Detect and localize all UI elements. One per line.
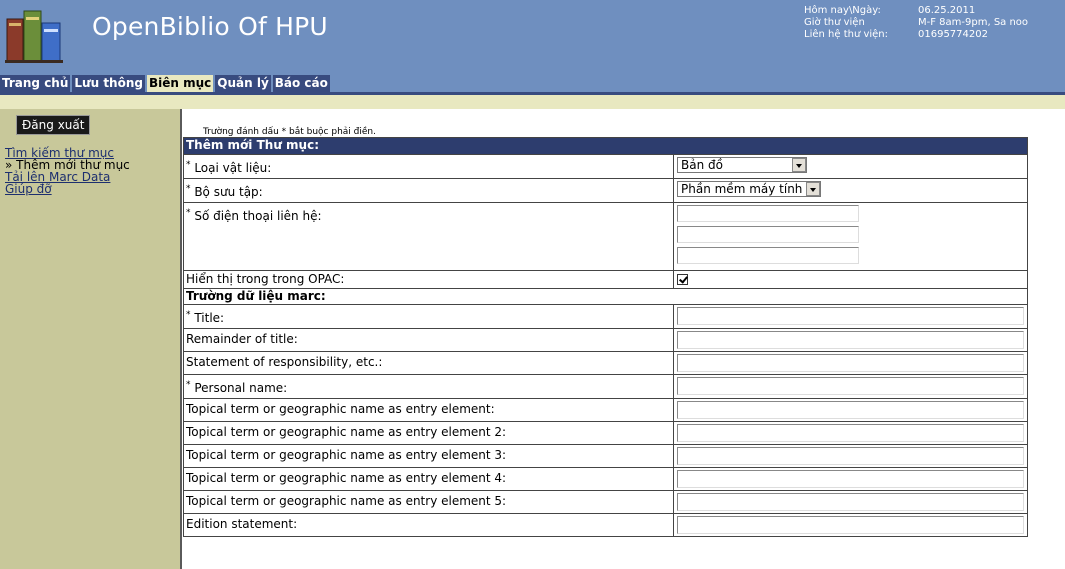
topical-term-4-field[interactable] (677, 470, 1024, 488)
call-number-label: Số điện thoại liên hệ: (194, 209, 322, 223)
topical-term-2-label: Topical term or geographic name as entry… (186, 425, 507, 439)
edition-statement-input-cell (673, 513, 1028, 537)
chevron-down-icon[interactable] (792, 158, 806, 172)
topical-term-5-field[interactable] (677, 493, 1024, 511)
topical-term-2-field[interactable] (677, 424, 1024, 442)
required-mark: * (186, 380, 191, 390)
marc-field-row: Edition statement: (183, 513, 674, 537)
date-value: 06.25.2011 (918, 5, 976, 16)
chevron-down-icon[interactable] (806, 182, 821, 196)
required-note: Trường đánh dấu * bắt buộc phải điền. (203, 127, 376, 137)
new-biblio-form: Thêm mới Thư mục: * Loại vật liệu: Bản đ… (183, 137, 1028, 537)
material-type-cell: * Loại vật liệu: (183, 154, 674, 179)
material-type-select[interactable]: Bản đồ (677, 157, 807, 173)
collection-value: Phần mềm máy tính (681, 182, 803, 196)
marc-field-row: Topical term or geographic name as entry… (183, 467, 674, 491)
call-number-field-2[interactable] (677, 226, 859, 243)
contact-label: Liên hệ thư viện: (804, 29, 889, 40)
topical-term-label: Topical term or geographic name as entry… (186, 402, 495, 416)
logout-button[interactable]: Đăng xuất (16, 115, 91, 135)
tab-circulation[interactable]: Lưu thông (72, 75, 145, 92)
marc-field-row: Statement of responsibility, etc.: (183, 351, 674, 375)
personal-name-input-cell (673, 374, 1028, 399)
edition-statement-label: Edition statement: (186, 517, 298, 531)
sidebar-item-help[interactable]: Giúp đỡ (5, 183, 130, 195)
personal-name-label: Personal name: (194, 381, 288, 395)
marc-field-row: Topical term or geographic name as entry… (183, 444, 674, 468)
topical-term-field[interactable] (677, 401, 1024, 419)
collection-cell: * Bộ sưu tập: (183, 178, 674, 203)
sidebar: Đăng xuất Tìm kiếm thư mục » Thêm mới th… (0, 109, 180, 569)
topical-term-input-cell (673, 398, 1028, 422)
required-mark: * (186, 160, 191, 170)
main-tabs: Trang chủ Lưu thông Biên mục Quản lý Báo… (0, 75, 332, 92)
title-label: Title: (194, 311, 225, 325)
opac-label: Hiển thị trong trong OPAC: (186, 272, 345, 286)
opac-input-cell (673, 270, 1028, 289)
form-header: Thêm mới Thư mục: (183, 137, 1028, 155)
app-header: OpenBiblio Of HPU Hôm nay\Ngày: 06.25.201… (0, 0, 1065, 92)
contact-value: 01695774202 (918, 29, 988, 40)
responsibility-input-cell (673, 351, 1028, 375)
topical-term-4-label: Topical term or geographic name as entry… (186, 471, 507, 485)
material-type-label: Loại vật liệu: (194, 161, 272, 175)
call-number-input-cell (673, 202, 1028, 271)
library-info: Hôm nay\Ngày: 06.25.2011 Giờ thư viện M-F … (804, 5, 1028, 41)
collection-input-cell: Phần mềm máy tính (673, 178, 1028, 203)
tab-subbar (0, 95, 1065, 109)
tab-cataloging[interactable]: Biên mục (146, 75, 214, 92)
books-logo-icon (5, 10, 63, 63)
responsibility-label: Statement of responsibility, etc.: (186, 355, 383, 369)
edition-statement-field[interactable] (677, 516, 1024, 534)
hours-value: M-F 8am-9pm, Sa noo (918, 17, 1029, 28)
topical-term-4-input-cell (673, 467, 1028, 491)
required-mark: * (186, 208, 191, 218)
marc-field-row: Topical term or geographic name as entry… (183, 398, 674, 422)
remainder-title-field[interactable] (677, 331, 1024, 349)
marc-field-row: * Personal name: (183, 374, 674, 399)
date-label: Hôm nay\Ngày: (804, 5, 881, 16)
marc-section-heading: Trường dữ liệu marc: (183, 288, 1028, 305)
sidebar-divider (180, 109, 182, 569)
title-input-cell (673, 304, 1028, 329)
sidebar-nav: Tìm kiếm thư mục » Thêm mới thư mục Tải … (5, 147, 130, 195)
topical-term-3-input-cell (673, 444, 1028, 468)
opac-checkbox[interactable] (677, 274, 688, 285)
material-type-input-cell: Bản đồ (673, 154, 1028, 179)
call-number-field-1[interactable] (677, 205, 859, 222)
topical-term-3-field[interactable] (677, 447, 1024, 465)
tab-reports[interactable]: Báo cáo (272, 75, 330, 92)
app-title: OpenBiblio Of HPU (92, 12, 328, 41)
marc-field-row: Topical term or geographic name as entry… (183, 490, 674, 514)
collection-select[interactable]: Phần mềm máy tính (677, 181, 822, 197)
topical-term-3-label: Topical term or geographic name as entry… (186, 448, 507, 462)
opac-cell: Hiển thị trong trong OPAC: (183, 270, 674, 289)
tab-home[interactable]: Trang chủ (0, 75, 71, 92)
required-mark: * (186, 184, 191, 194)
responsibility-field[interactable] (677, 354, 1024, 372)
call-number-cell: * Số điện thoại liên hệ: (183, 202, 674, 271)
remainder-title-input-cell (673, 328, 1028, 352)
required-mark: * (186, 310, 191, 320)
marc-field-row: * Title: (183, 304, 674, 329)
hours-label: Giờ thư viện (804, 17, 865, 28)
marc-field-row: Topical term or geographic name as entry… (183, 421, 674, 445)
collection-label: Bộ sưu tập: (194, 185, 263, 199)
remainder-title-label: Remainder of title: (186, 332, 298, 346)
title-field[interactable] (677, 307, 1024, 325)
personal-name-field[interactable] (677, 377, 1024, 395)
marc-field-row: Remainder of title: (183, 328, 674, 352)
topical-term-2-input-cell (673, 421, 1028, 445)
call-number-field-3[interactable] (677, 247, 859, 264)
topical-term-5-label: Topical term or geographic name as entry… (186, 494, 507, 508)
material-type-value: Bản đồ (681, 158, 723, 172)
topical-term-5-input-cell (673, 490, 1028, 514)
tab-admin[interactable]: Quản lý (215, 75, 271, 92)
